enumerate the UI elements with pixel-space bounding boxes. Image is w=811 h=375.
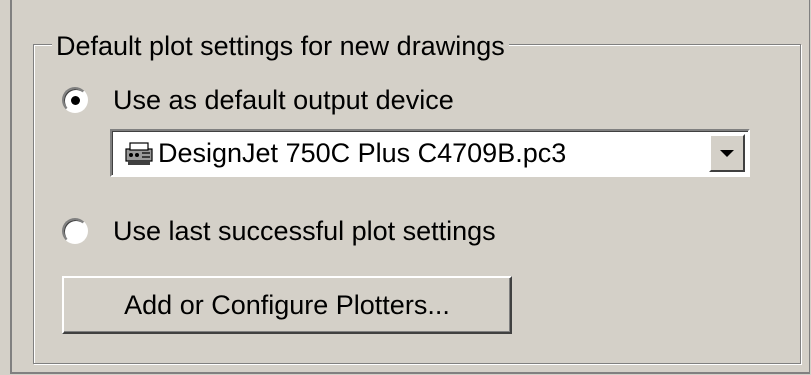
dropdown-button[interactable] <box>709 134 745 172</box>
last-plot-settings-label: Use last successful plot settings <box>113 216 496 246</box>
default-output-device-option[interactable]: Use as default output device <box>62 82 454 118</box>
chevron-down-icon <box>720 149 734 157</box>
last-plot-settings-option[interactable]: Use last successful plot settings <box>62 213 496 249</box>
last-plot-settings-radio[interactable] <box>62 218 88 244</box>
plotter-icon <box>125 142 153 165</box>
radio-selected-dot <box>70 95 80 105</box>
default-output-device-radio[interactable] <box>62 87 88 113</box>
output-device-value: DesignJet 750C Plus C4709B.pc3 <box>158 137 567 168</box>
default-output-device-label: Use as default output device <box>113 85 454 115</box>
group-legend: Default plot settings for new drawings <box>52 28 509 64</box>
output-device-dropdown[interactable]: DesignJet 750C Plus C4709B.pc3 <box>110 129 750 177</box>
add-configure-plotters-button[interactable]: Add or Configure Plotters... <box>62 276 512 334</box>
